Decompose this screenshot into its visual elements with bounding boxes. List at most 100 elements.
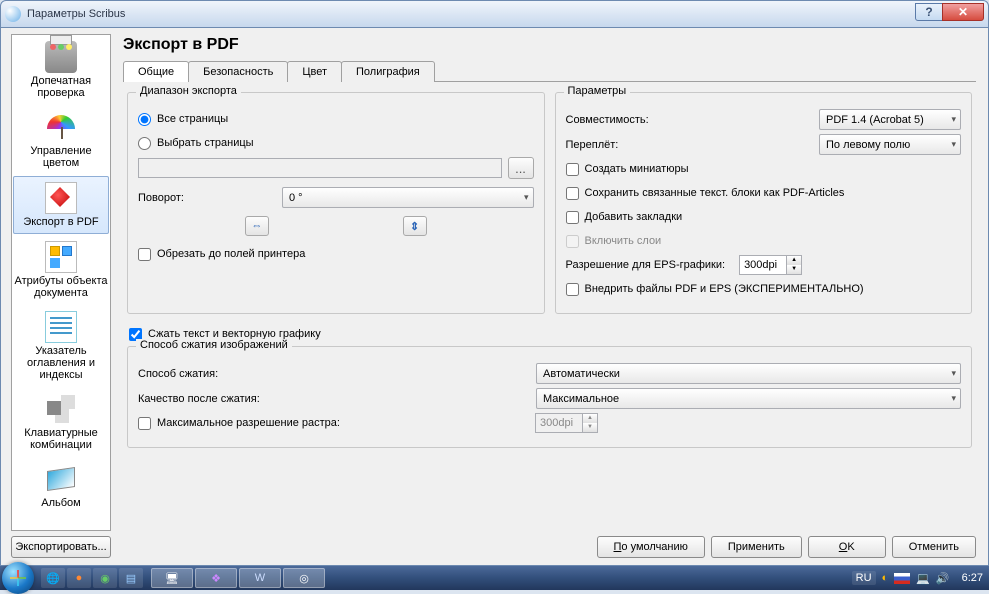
rotation-label: Поворот: [138,192,274,204]
checkbox-crop[interactable] [138,248,151,261]
sidebar-item-preflight[interactable]: Допечатная проверка [12,35,110,105]
checkbox-label: Создать миниатюры [585,163,689,175]
pdf-icon [45,182,77,214]
checkbox-articles[interactable] [566,187,579,200]
taskbar-pin-firefox[interactable]: ● [67,568,91,588]
sidebar-item-label: Допечатная проверка [14,75,108,99]
rotation-combo[interactable]: 0 ° [282,187,534,208]
checkbox-label: Сохранить связанные текст. блоки как PDF… [585,187,845,199]
system-tray: RU ◐ 💻 🔊 6:27 [852,571,983,585]
sidebar-item-label: Клавиатурные комбинации [14,427,108,451]
app-icon [5,6,21,22]
compat-label: Совместимость: [566,114,676,126]
group-legend: Способ сжатия изображений [136,339,292,351]
start-button[interactable] [2,562,34,594]
group-image-compression: Способ сжатия изображений Способ сжатия:… [127,346,972,448]
quality-label: Качество после сжатия: [138,393,528,405]
combo-value: Максимальное [543,393,619,405]
method-combo[interactable]: Автоматически [536,363,961,384]
tray-network-icon[interactable]: 💻 [916,572,930,585]
help-button[interactable]: ? [915,3,943,21]
binding-label: Переплёт: [566,139,676,151]
checkbox-layers [566,235,579,248]
tray-icon[interactable]: ◐ [882,572,889,584]
language-indicator[interactable]: RU [852,571,876,585]
taskbar-running-2[interactable]: ❖ [195,568,237,588]
radio-all-pages[interactable] [138,113,151,126]
group-legend: Диапазон экспорта [136,85,241,97]
close-button[interactable]: ✕ [942,3,984,21]
tray-volume-icon[interactable]: 🔊 [936,572,950,585]
sidebar-item-label: Указатель оглавления и индексы [14,345,108,381]
printer-icon [45,41,77,73]
tab-prepress[interactable]: Полиграфия [341,61,435,82]
clock[interactable]: 6:27 [962,572,983,584]
combo-value: PDF 1.4 (Acrobat 5) [826,114,924,126]
tab-general[interactable]: Общие [123,61,189,82]
album-icon [45,463,77,495]
maxres-label: Максимальное разрешение растра: [157,417,527,429]
defaults-button[interactable]: По умолчанию [597,536,705,558]
pages-input[interactable] [138,158,502,178]
sidebar-item-pdfexport[interactable]: Экспорт в PDF [13,176,109,234]
titlebar: Параметры Scribus ? ✕ [0,0,989,28]
cancel-button[interactable]: Отменить [892,536,976,558]
browse-pages-button[interactable]: ... [508,157,534,179]
taskbar-running-1[interactable]: 🖥 [151,568,193,588]
maxres-spinbox: ▲▼ [535,413,598,433]
checkbox-label: Включить слои [585,235,662,247]
window-title: Параметры Scribus [27,8,125,20]
group-export-range: Диапазон экспорта Все страницы Выбрать с… [127,92,545,314]
radio-select-pages[interactable] [138,137,151,150]
combo-value: Автоматически [543,368,620,380]
sidebar-item-label: Атрибуты объекта документа [14,275,108,299]
taskbar-pin-app2[interactable]: ▤ [119,568,143,588]
taskbar-pin-app1[interactable]: ◉ [93,568,117,588]
tab-color[interactable]: Цвет [287,61,342,82]
quality-combo[interactable]: Максимальное [536,388,961,409]
radio-label: Выбрать страницы [157,137,254,149]
flag-icon[interactable] [894,573,910,584]
ok-button[interactable]: OK [808,536,886,558]
sidebar-item-attributes[interactable]: Атрибуты объекта документа [12,235,110,305]
checkbox-embed[interactable] [566,283,579,296]
tabs: Общие Безопасность Цвет Полиграфия [123,60,976,82]
checkbox-thumbnails[interactable] [566,163,579,176]
binding-combo[interactable]: По левому полю [819,134,961,155]
export-button[interactable]: Экспортировать... [11,536,111,558]
compat-combo[interactable]: PDF 1.4 (Acrobat 5) [819,109,961,130]
eps-res-label: Разрешение для EPS-графики: [566,259,726,271]
apply-button[interactable]: Применить [711,536,802,558]
index-icon [45,311,77,343]
mirror-vertical-button[interactable]: ⇕ [403,216,427,236]
sidebar-item-toc[interactable]: Указатель оглавления и индексы [12,305,110,387]
sidebar-item-label: Управление цветом [14,145,108,169]
radio-label: Все страницы [157,113,228,125]
taskbar-pin-ie[interactable]: 🌐 [41,568,65,588]
group-parameters: Параметры Совместимость: PDF 1.4 (Acroba… [555,92,973,314]
mirror-horizontal-button[interactable]: ⇔ [245,216,269,236]
sidebar-item-colormgmt[interactable]: Управление цветом [12,105,110,175]
method-label: Способ сжатия: [138,368,528,380]
checkbox-bookmarks[interactable] [566,211,579,224]
taskbar-running-scribus[interactable]: ◎ [283,568,325,588]
keyboard-icon [45,393,77,425]
sidebar-item-scrapbook[interactable]: Альбом [12,457,110,515]
spin-buttons[interactable]: ▲▼ [786,256,801,274]
sidebar-item-label: Альбом [14,497,108,509]
eps-res-spinbox[interactable]: ▲▼ [739,255,802,275]
sidebar-item-label: Экспорт в PDF [15,216,107,228]
tab-security[interactable]: Безопасность [188,61,288,82]
group-legend: Параметры [564,85,631,97]
umbrella-icon [45,111,77,143]
sidebar-item-shortcuts[interactable]: Клавиатурные комбинации [12,387,110,457]
page-title: Экспорт в PDF [123,36,976,54]
taskbar-running-word[interactable]: W [239,568,281,588]
spin-value [536,414,582,432]
checkbox-maxres[interactable] [138,417,151,430]
checkbox-label: Внедрить файлы PDF и EPS (ЭКСПЕРИМЕНТАЛЬ… [585,283,864,295]
combo-value: По левому полю [826,139,910,151]
spin-value[interactable] [740,256,786,274]
btn-rest: о умолчанию [621,541,687,553]
combo-value: 0 ° [289,192,303,204]
